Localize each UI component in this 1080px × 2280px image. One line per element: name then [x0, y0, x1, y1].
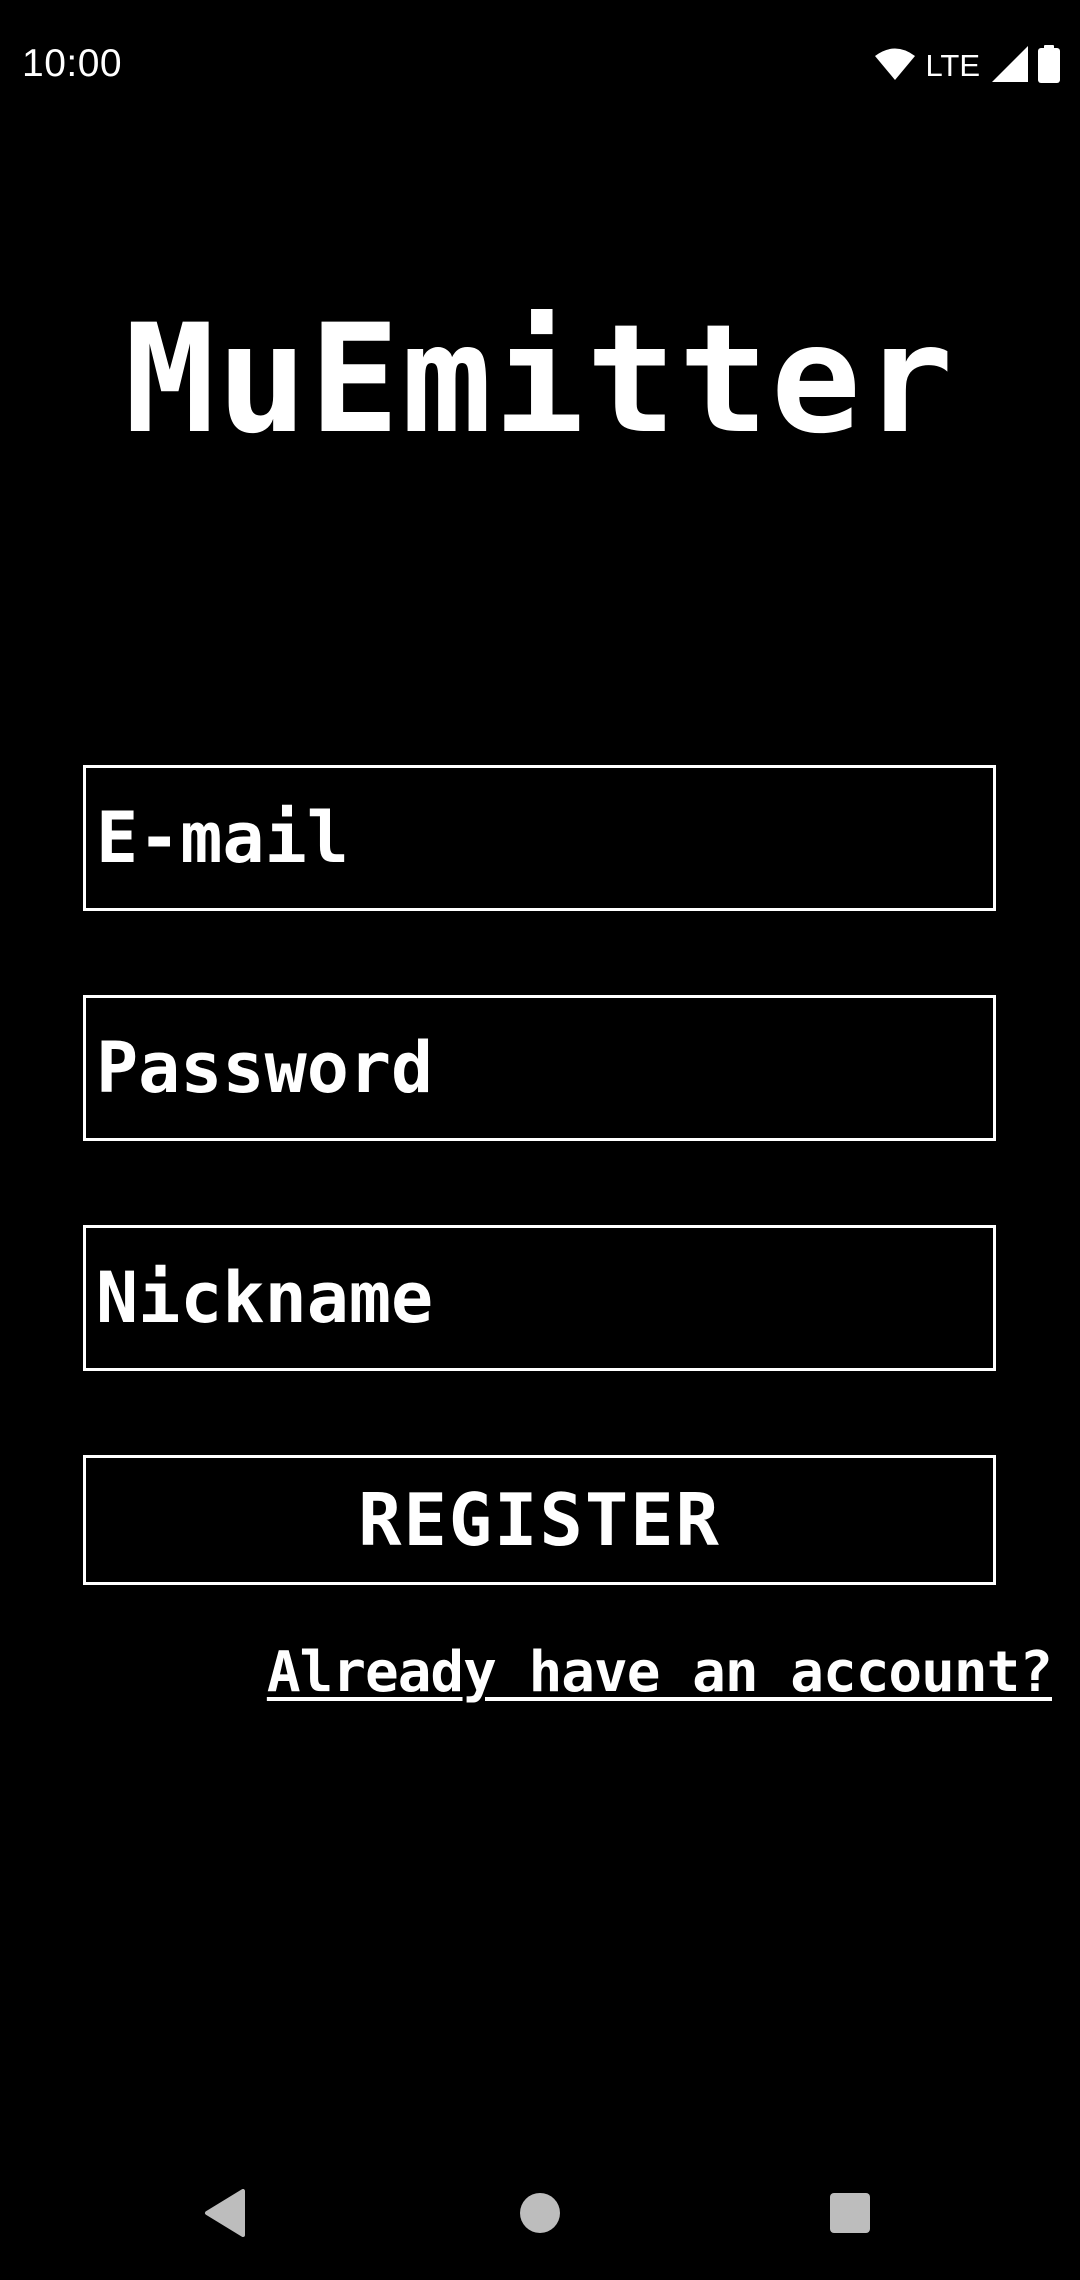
nickname-input[interactable] [86, 1228, 993, 1368]
wifi-icon [875, 47, 916, 85]
network-type-label: LTE [925, 48, 980, 83]
navigation-bar [0, 2150, 1080, 2280]
login-link[interactable]: Already have an account? [267, 1640, 1053, 1705]
status-time: 10:00 [22, 42, 123, 85]
back-button[interactable] [190, 2180, 260, 2250]
home-icon [518, 2191, 562, 2239]
register-button[interactable]: REGISTER [83, 1455, 996, 1585]
password-field[interactable] [83, 995, 996, 1141]
home-button[interactable] [505, 2180, 575, 2250]
app-title: MuEmitter [124, 293, 956, 467]
password-input[interactable] [86, 998, 993, 1138]
email-field[interactable] [83, 765, 996, 911]
register-button-label: REGISTER [358, 1478, 721, 1562]
nickname-field[interactable] [83, 1225, 996, 1371]
battery-icon [1038, 45, 1060, 87]
recents-button[interactable] [815, 2180, 885, 2250]
back-icon [203, 2189, 247, 2241]
status-icons: LTE [875, 44, 1060, 88]
status-bar: 10:00 LTE [0, 0, 1080, 130]
cell-signal-icon [992, 46, 1028, 86]
email-input[interactable] [86, 768, 993, 908]
recents-icon [829, 2192, 871, 2238]
